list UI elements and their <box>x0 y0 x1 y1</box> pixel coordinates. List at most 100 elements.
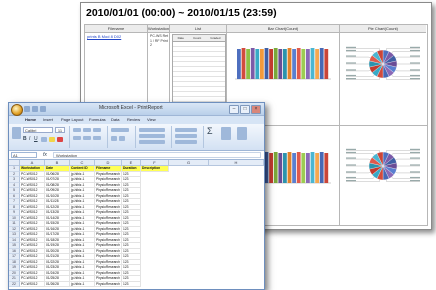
pie-label <box>410 77 420 80</box>
currency-icon[interactable] <box>111 136 117 141</box>
cell-styles-icon[interactable] <box>139 140 165 144</box>
column-header-g[interactable]: G <box>169 160 209 166</box>
fill-color-icon[interactable] <box>49 137 55 142</box>
minimize-icon[interactable]: – <box>229 105 239 114</box>
bar <box>296 152 301 183</box>
bar <box>301 49 306 79</box>
bar <box>273 152 278 183</box>
align-middle-icon[interactable] <box>83 128 91 132</box>
pie-leader-line <box>395 56 420 59</box>
bar <box>269 153 273 183</box>
delete-cells-icon[interactable] <box>175 134 197 138</box>
tab-insert[interactable]: Insert <box>43 117 53 122</box>
bar <box>278 49 283 79</box>
italic-icon[interactable]: I <box>29 136 30 142</box>
align-left-icon[interactable] <box>73 136 81 140</box>
align-top-icon[interactable] <box>73 128 81 132</box>
bar <box>250 48 255 79</box>
bar-chart <box>235 48 331 80</box>
borders-icon[interactable] <box>41 137 47 142</box>
pie-label <box>346 69 356 71</box>
ribbon-divider <box>203 126 204 148</box>
pie-label <box>346 46 356 49</box>
pie-label <box>346 74 356 77</box>
table-cell[interactable]: jp-hibiz-1 <box>70 281 95 287</box>
pie-label <box>346 55 356 57</box>
conditional-format-icon[interactable] <box>139 128 165 132</box>
ribbon-divider <box>107 126 108 148</box>
header-cell[interactable]: Description <box>141 166 169 172</box>
name-box[interactable]: A1 <box>11 152 37 158</box>
maximize-icon[interactable]: □ <box>240 105 250 114</box>
font-color-icon[interactable] <box>57 137 63 142</box>
table-cell[interactable]: 01/26/28 <box>45 281 70 287</box>
pie-leader-line <box>395 158 420 161</box>
tab-formulas[interactable]: Formulas <box>89 117 106 122</box>
pie-label <box>410 176 420 179</box>
tab-review[interactable]: Review <box>127 117 140 122</box>
pie-label <box>410 179 420 182</box>
pie-label <box>410 55 420 57</box>
subtable-header: Date Count Graded <box>173 35 225 42</box>
pie-label <box>346 176 356 179</box>
undo-icon[interactable] <box>32 106 38 112</box>
align-right-icon[interactable] <box>93 136 101 140</box>
formula-input[interactable]: Workstation <box>53 152 261 158</box>
table-cell[interactable]: 123 <box>122 281 141 287</box>
bar <box>246 49 250 79</box>
pie-label <box>346 179 356 182</box>
redo-icon[interactable] <box>40 106 46 112</box>
bar <box>273 48 278 79</box>
report-file-link[interactable]: prints B Mod 8 D02 <box>87 34 121 39</box>
table-cell[interactable]: PC-WS012 <box>20 281 45 287</box>
bar <box>301 153 306 183</box>
bar <box>319 48 324 79</box>
pie-label <box>410 74 420 77</box>
tab-home[interactable]: Home <box>25 117 36 122</box>
pie-leader-line <box>391 153 420 156</box>
bar <box>264 48 269 79</box>
format-cells-icon[interactable] <box>175 140 197 144</box>
pie-label <box>410 148 420 151</box>
spreadsheet-grid[interactable]: A B C D E F G H 1 Workstation Date Content ID Filena… <box>9 160 264 289</box>
pie-label <box>346 164 356 166</box>
sort-filter-icon[interactable] <box>221 127 231 140</box>
pie-label <box>410 157 420 159</box>
align-bottom-icon[interactable] <box>93 128 101 132</box>
pie-label <box>346 151 356 154</box>
underline-icon[interactable]: U <box>34 136 38 142</box>
insert-cells-icon[interactable] <box>175 128 197 132</box>
find-select-icon[interactable] <box>237 127 247 140</box>
bold-icon[interactable]: B <box>23 136 27 142</box>
column-header-h[interactable]: H <box>209 160 264 166</box>
align-center-icon[interactable] <box>83 136 91 140</box>
bar <box>287 48 292 79</box>
fx-icon[interactable]: fx <box>43 152 47 158</box>
office-button-icon[interactable] <box>11 104 23 116</box>
close-icon[interactable]: × <box>251 105 261 114</box>
number-format-icon[interactable] <box>111 128 129 132</box>
excel-window-title: Microsoft Excel - PrintReport <box>99 105 163 111</box>
report-title: 2010/01/01 (00:00) ~ 2010/01/15 (23:59) <box>86 7 277 19</box>
autosum-icon[interactable]: Σ <box>207 127 213 136</box>
bar <box>324 49 329 79</box>
column-header-bar-chart: Bar Chart(Count) <box>227 25 339 33</box>
bar <box>255 49 260 79</box>
font-size-box[interactable]: 11 <box>55 127 65 133</box>
save-icon[interactable] <box>24 106 30 112</box>
paste-icon[interactable] <box>12 127 21 139</box>
percent-icon[interactable] <box>119 136 125 141</box>
tab-page-layout[interactable]: Page Layout <box>61 117 83 122</box>
bar <box>264 152 269 183</box>
tab-view[interactable]: View <box>147 117 156 122</box>
ribbon-tabs: Home Insert Page Layout Formulas Data Re… <box>9 116 264 124</box>
bar <box>237 49 241 79</box>
table-cell[interactable]: PhysioResearch <box>95 281 122 287</box>
bar <box>310 152 315 183</box>
tab-data[interactable]: Data <box>111 117 119 122</box>
bar <box>292 49 296 79</box>
format-table-icon[interactable] <box>139 134 165 138</box>
font-name-box[interactable]: Calibri <box>23 127 53 133</box>
pie-leader-line <box>391 51 420 54</box>
row-number[interactable]: 22 <box>9 281 20 287</box>
